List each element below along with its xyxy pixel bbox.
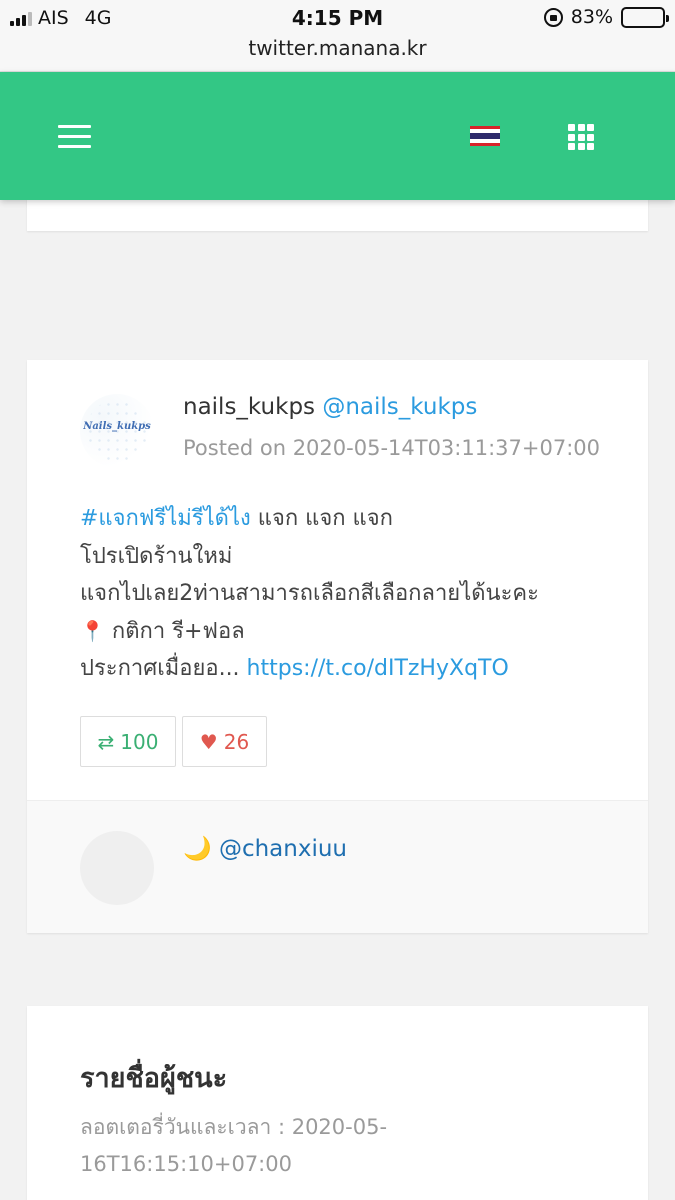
moon-icon: 🌙 (183, 836, 212, 862)
display-name[interactable]: nails_kukps (183, 394, 315, 420)
tweet-card: Nails_kukps nails_kukps @nails_kukps Pos… (27, 360, 648, 933)
retweet-icon: ⇄ (97, 729, 115, 754)
tweet-text: #แจกฟรีไม่รีได้ไง แจก แจก แจก โปรเปิดร้า… (80, 500, 620, 688)
user-handle-link[interactable]: @nails_kukps (322, 394, 477, 420)
battery-info: 83% (543, 6, 669, 28)
tweet-link[interactable]: https://t.co/dITzHyXqTO (247, 656, 509, 681)
battery-percent: 83% (570, 6, 613, 28)
thailand-flag-icon[interactable] (470, 126, 500, 146)
avatar[interactable]: Nails_kukps (80, 394, 154, 468)
reply-section: 🌙 @chanxiuu (27, 800, 648, 933)
tweet-line-3: แจกไปเลย2ท่านสามารถเลือกสีเลือกลายได้นะค… (80, 581, 539, 606)
tweet-line-1: แจก แจก แจก (250, 506, 393, 531)
status-bar: AIS 4G 4:15 PM 83% twitter.manana.kr (0, 0, 675, 72)
avatar-logo-text: Nails_kukps (83, 421, 151, 432)
site-header (0, 72, 675, 200)
heart-icon: ♥ (199, 729, 218, 754)
winners-card: รายชื่อผู้ชนะ ลอตเตอรี่วันและเวลา : 2020… (27, 1006, 648, 1200)
posted-date: Posted on 2020-05-14T03:11:37+07:00 (183, 436, 600, 460)
address-bar-url[interactable]: twitter.manana.kr (0, 36, 675, 60)
hashtag-link[interactable]: #แจกฟรีไม่รีได้ไง (80, 506, 251, 531)
pin-icon: 📍 (80, 618, 105, 643)
retweet-count: 100 (120, 729, 159, 754)
reply-avatar[interactable] (80, 831, 154, 905)
tweet-line-2: โปรเปิดร้านใหม่ (80, 543, 233, 569)
lottery-datetime: ลอตเตอรี่วันและเวลา : 2020-05-16T16:15:1… (80, 1115, 388, 1176)
grid-apps-icon[interactable] (568, 124, 594, 150)
tweet-line-5: ประกาศเมื่อยอ... (80, 656, 247, 681)
like-count-button[interactable]: ♥ 26 (182, 716, 267, 767)
hamburger-menu-icon[interactable] (58, 125, 91, 149)
rotation-lock-icon (543, 7, 563, 27)
tweet-line-4: กติกา รี+ฟอล (104, 618, 245, 644)
reply-user[interactable]: 🌙 @chanxiuu (183, 835, 347, 862)
like-count: 26 (223, 729, 250, 754)
reply-handle[interactable]: @chanxiuu (219, 836, 347, 862)
winners-title: รายชื่อผู้ชนะ (80, 1063, 228, 1094)
retweet-count-button[interactable]: ⇄ 100 (80, 716, 176, 767)
battery-icon (621, 6, 669, 28)
tweet-author: nails_kukps @nails_kukps (183, 394, 477, 420)
